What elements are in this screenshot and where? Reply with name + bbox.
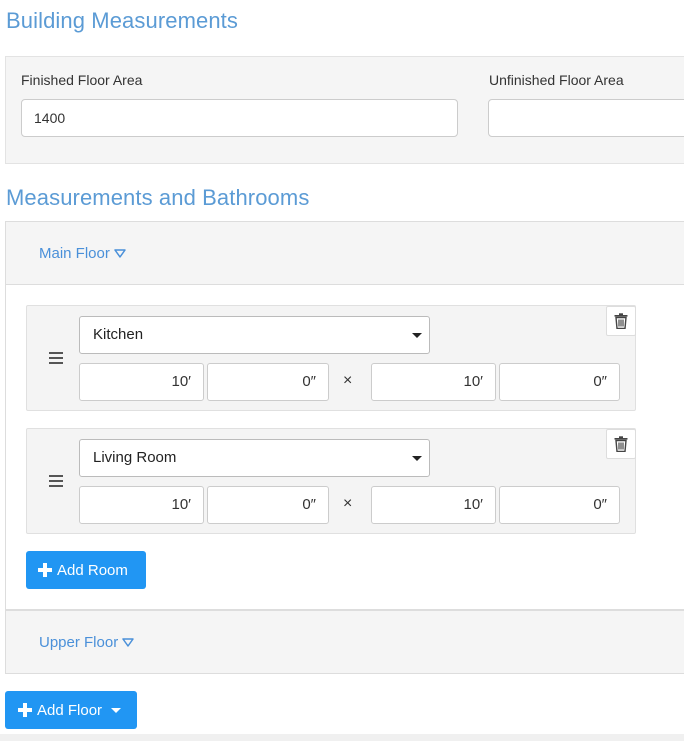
delete-room-button[interactable] [606,306,636,336]
upper-floor-toggle[interactable]: Upper Floor [39,634,134,651]
drag-handle-icon[interactable] [49,352,63,364]
finished-floor-area-label: Finished Floor Area [21,72,143,88]
room-card-living-room: Living Room 10′ 0″ × 10′ 0″ [26,428,636,534]
main-floor-toggle[interactable]: Main Floor [39,245,126,262]
unfinished-floor-area-label: Unfinished Floor Area [489,72,624,88]
room-type-select[interactable]: Living Room [79,439,430,477]
delete-room-button[interactable] [606,429,636,459]
add-room-label: Add Room [57,561,128,579]
plus-icon [38,563,52,577]
upper-floor-header: Upper Floor [5,610,684,674]
chevron-down-icon [412,456,422,461]
building-measurements-title: Building Measurements [6,8,238,33]
main-floor-label: Main Floor [39,245,110,262]
times-symbol: × [343,495,353,512]
drag-handle-icon[interactable] [49,475,63,487]
add-room-button[interactable]: Add Room [26,551,146,589]
width-feet-input[interactable]: 10′ [371,363,496,401]
times-symbol: × [343,372,353,389]
add-floor-button[interactable]: Add Floor [5,691,137,729]
width-inches-input[interactable]: 0″ [499,363,620,401]
length-inches-input[interactable]: 0″ [207,363,329,401]
plus-icon [18,703,32,717]
room-card-kitchen: Kitchen 10′ 0″ × 10′ 0″ [26,305,636,411]
add-floor-label: Add Floor [37,701,103,719]
room-type-select[interactable]: Kitchen [79,316,430,354]
triangle-down-icon [122,638,134,647]
building-measurements-panel: Finished Floor Area 1400 Unfinished Floo… [5,56,684,164]
width-inches-input[interactable]: 0″ [499,486,620,524]
width-feet-input[interactable]: 10′ [371,486,496,524]
main-floor-header: Main Floor [5,221,684,285]
length-feet-input[interactable]: 10′ [79,363,204,401]
measurements-bathrooms-title: Measurements and Bathrooms [6,185,310,210]
unfinished-floor-area-input[interactable] [488,99,684,137]
room-type-value: Kitchen [93,326,144,343]
finished-floor-area-input[interactable]: 1400 [21,99,458,137]
trash-icon [614,436,628,452]
length-inches-input[interactable]: 0″ [207,486,329,524]
upper-floor-label: Upper Floor [39,634,119,651]
chevron-down-icon [412,333,422,338]
room-type-value: Living Room [93,449,177,466]
trash-icon [614,313,628,329]
length-feet-input[interactable]: 10′ [79,486,204,524]
caret-down-icon [111,707,122,713]
footer-divider [0,734,684,741]
triangle-down-icon [114,249,126,258]
